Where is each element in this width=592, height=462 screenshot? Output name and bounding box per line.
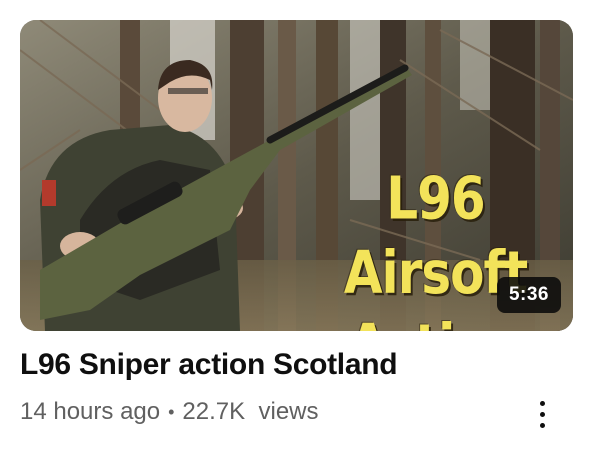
more-dot-bottom <box>539 422 545 428</box>
video-metadata: 14 hours ago • 22.7K views <box>20 398 319 426</box>
separator-dot: • <box>168 401 175 422</box>
more-dot-middle <box>539 411 545 417</box>
video-thumbnail[interactable]: L96 Airsoft Action 5:36 <box>20 20 573 331</box>
video-card[interactable]: L96 Airsoft Action 5:36 L96 Sniper actio… <box>0 0 592 462</box>
views-label-text: views <box>258 398 319 425</box>
more-vert-icon[interactable] <box>526 394 558 434</box>
views-label: views <box>245 398 318 426</box>
duration-badge: 5:36 <box>496 277 561 313</box>
video-title[interactable]: L96 Sniper action Scotland <box>20 348 398 382</box>
more-dot-top <box>539 400 545 406</box>
posted-time: 14 hours ago <box>20 398 161 425</box>
view-count: 22.7K <box>182 398 246 425</box>
